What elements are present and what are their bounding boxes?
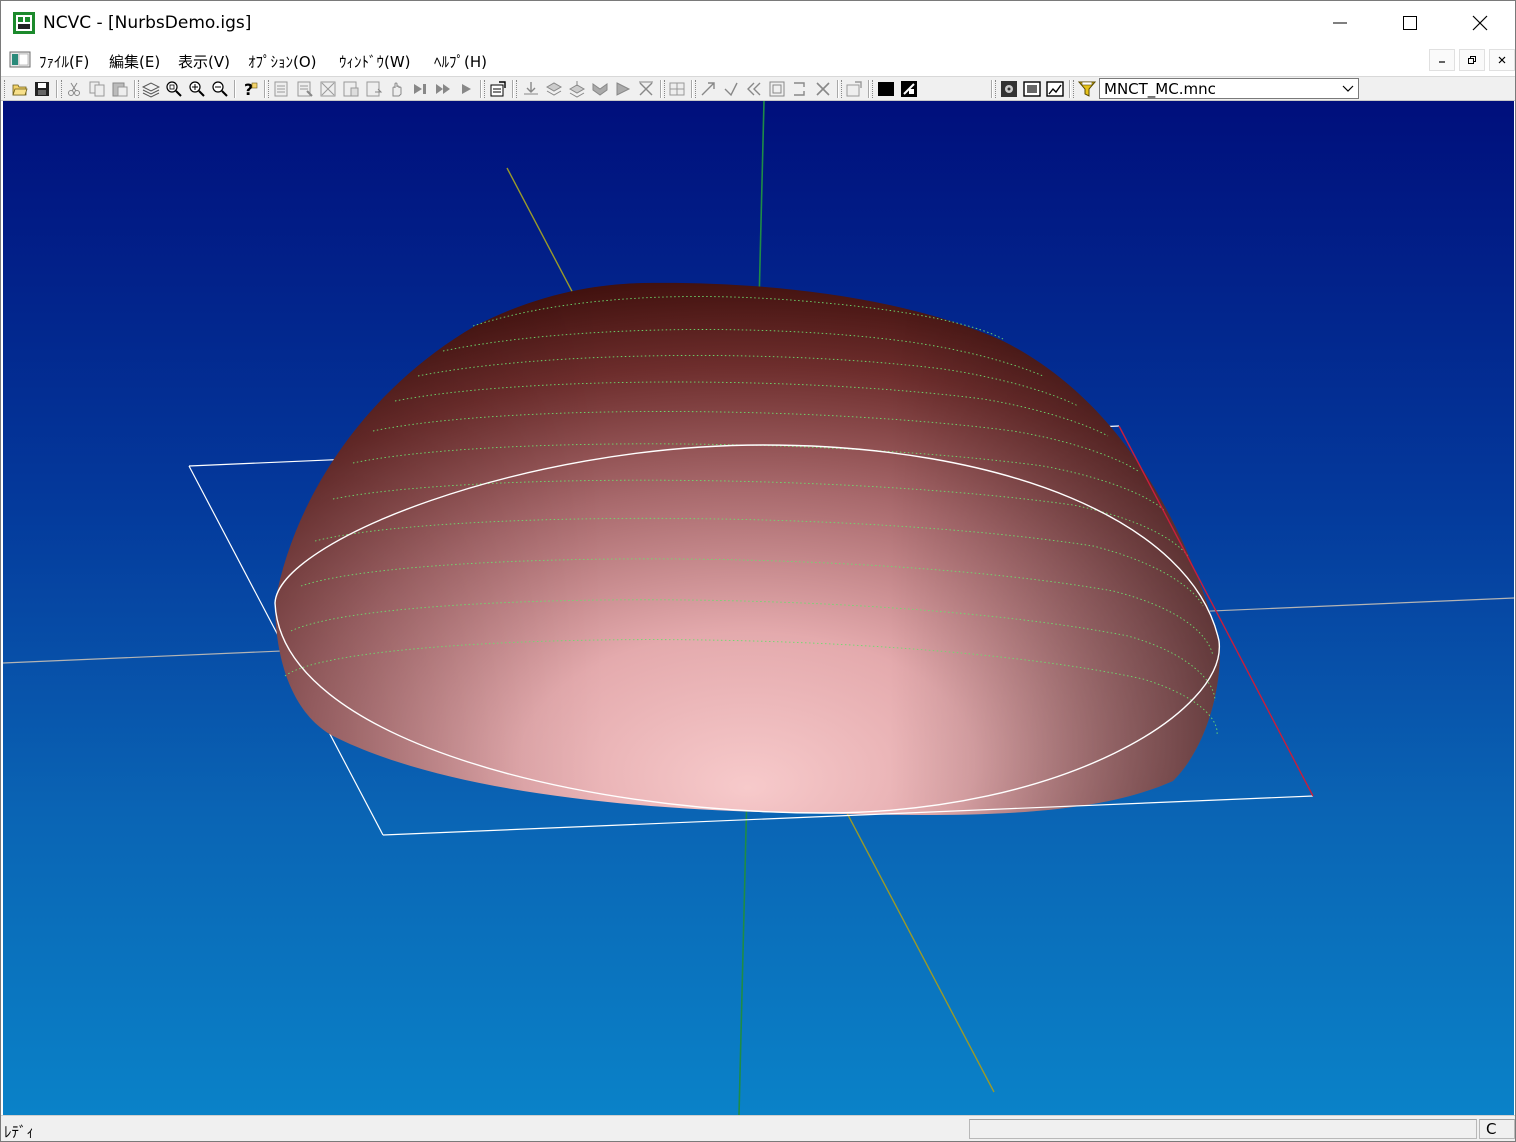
3d-viewport[interactable]	[3, 101, 1514, 1115]
status-pane-empty	[969, 1119, 1477, 1139]
nc-generate-icon[interactable]	[489, 80, 507, 98]
dome-shading	[275, 282, 1220, 815]
cross-arrows-icon[interactable]	[637, 80, 655, 98]
window-frame-icon[interactable]	[1023, 80, 1041, 98]
toolbar-grip[interactable]	[4, 80, 8, 98]
save-icon[interactable]	[33, 80, 51, 98]
menu-help[interactable]: ﾍﾙﾌﾟ(H)	[434, 51, 487, 72]
nc-output-icon[interactable]	[365, 80, 383, 98]
open-icon[interactable]	[11, 80, 29, 98]
status-pane-coord: C	[1479, 1119, 1515, 1139]
app-window: NCVC - [NurbsDemo.igs] ﾌｧｲﾙ(F) 編集(E) 表示(…	[0, 0, 1516, 1142]
nc-edit-icon[interactable]	[296, 80, 314, 98]
status-bar: ﾚﾃﾞｨ C	[1, 1115, 1515, 1141]
window-title: NCVC - [NurbsDemo.igs]	[43, 13, 252, 33]
status-pane-text: C	[1486, 1120, 1497, 1138]
document-icon[interactable]	[9, 50, 33, 70]
paste-icon[interactable]	[111, 80, 129, 98]
zoom-fit-icon[interactable]	[165, 80, 183, 98]
fold-icon[interactable]	[591, 80, 609, 98]
child-close-button[interactable]	[1489, 49, 1515, 71]
bracket-icon[interactable]	[791, 80, 809, 98]
cut-icon[interactable]	[65, 80, 83, 98]
minimize-icon	[1439, 61, 1445, 63]
mc-file-combobox[interactable]: MNCT_MC.mnc	[1099, 78, 1359, 99]
fast-forward-icon[interactable]	[434, 80, 452, 98]
help-icon[interactable]: ?	[241, 80, 259, 98]
export-icon[interactable]	[845, 80, 863, 98]
status-message: ﾚﾃﾞｨ	[4, 1123, 35, 1141]
minimize-button[interactable]	[1305, 1, 1375, 45]
maximize-button[interactable]	[1375, 1, 1445, 45]
stack-up-icon[interactable]	[568, 80, 586, 98]
toolbar: ? MNCT_MC.mnc	[1, 76, 1515, 101]
flag-icon[interactable]	[614, 80, 632, 98]
model-canvas[interactable]	[3, 101, 1514, 1115]
expand-icon[interactable]	[699, 80, 717, 98]
play-icon[interactable]	[457, 80, 475, 98]
color-icon[interactable]	[877, 80, 895, 98]
nc-view-icon[interactable]	[273, 80, 291, 98]
menu-edit[interactable]: 編集(E)	[109, 51, 160, 72]
app-icon	[13, 12, 35, 34]
close-icon	[1498, 56, 1506, 64]
menu-options[interactable]: ｵﾌﾟｼｮﾝ(O)	[248, 51, 317, 72]
zoom-out-icon[interactable]	[211, 80, 229, 98]
maximize-icon	[1403, 16, 1417, 30]
grid-icon[interactable]	[668, 80, 686, 98]
nc-list-icon[interactable]	[342, 80, 360, 98]
title-bar: NCVC - [NurbsDemo.igs]	[1, 1, 1515, 45]
trim-icon[interactable]	[722, 80, 740, 98]
palette-icon[interactable]	[900, 80, 918, 98]
layer-icon[interactable]	[142, 80, 160, 98]
nc-convert-icon[interactable]	[319, 80, 337, 98]
restore-icon	[1468, 56, 1476, 64]
child-restore-button[interactable]	[1459, 49, 1485, 71]
chart-icon[interactable]	[1046, 80, 1064, 98]
delete-icon[interactable]	[814, 80, 832, 98]
offset-icon[interactable]	[768, 80, 786, 98]
tool-down-icon[interactable]	[522, 80, 540, 98]
close-button[interactable]	[1445, 1, 1515, 45]
hand-icon[interactable]	[388, 80, 406, 98]
svg-text:?: ?	[244, 80, 253, 98]
minimize-icon	[1333, 22, 1347, 24]
chevron-down-icon	[1342, 85, 1354, 92]
filter-icon[interactable]	[1078, 80, 1096, 98]
menu-bar: ﾌｧｲﾙ(F) 編集(E) 表示(V) ｵﾌﾟｼｮﾝ(O) ｳｨﾝﾄﾞｳ(W) …	[1, 45, 1515, 75]
rewind-icon[interactable]	[745, 80, 763, 98]
copy-icon[interactable]	[88, 80, 106, 98]
machine-icon[interactable]	[1000, 80, 1018, 98]
menu-file[interactable]: ﾌｧｲﾙ(F)	[39, 51, 89, 72]
close-icon	[1472, 15, 1488, 31]
mc-file-value: MNCT_MC.mnc	[1104, 80, 1216, 98]
zoom-in-icon[interactable]	[188, 80, 206, 98]
menu-window[interactable]: ｳｨﾝﾄﾞｳ(W)	[339, 51, 411, 72]
step-play-icon[interactable]	[411, 80, 429, 98]
stack-icon[interactable]	[545, 80, 563, 98]
child-minimize-button[interactable]	[1429, 49, 1455, 71]
menu-view[interactable]: 表示(V)	[178, 51, 230, 72]
